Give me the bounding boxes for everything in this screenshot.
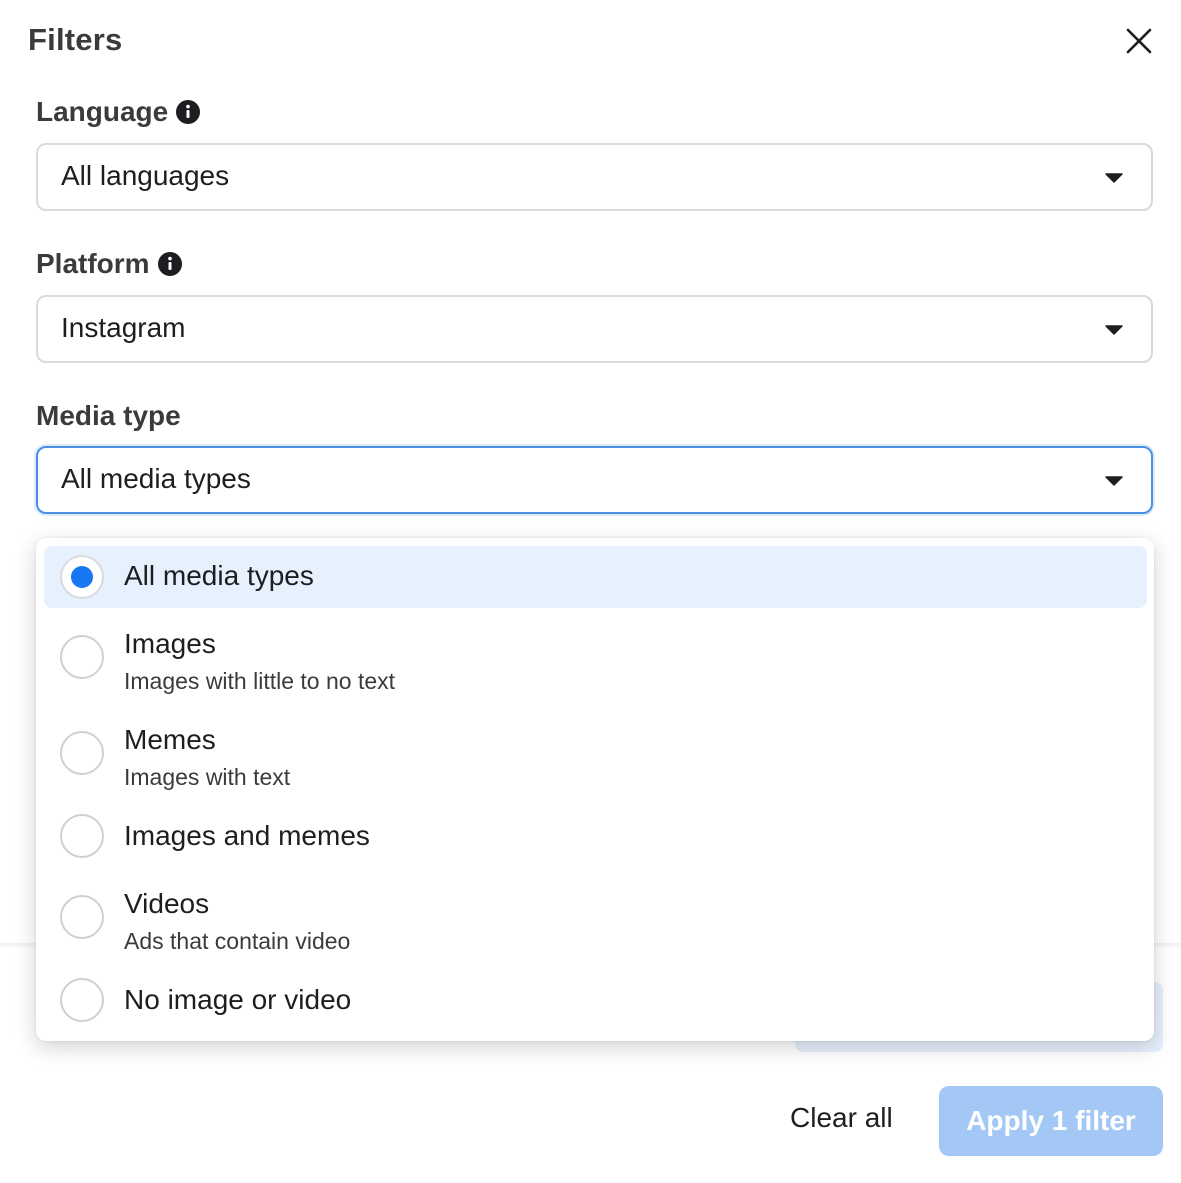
caret-down-icon [1105, 172, 1123, 184]
option-label: All media types [124, 560, 314, 591]
media-type-dropdown: All media types Images Images with littl… [36, 538, 1154, 1041]
radio-button[interactable] [60, 731, 104, 775]
radio-button[interactable] [60, 635, 104, 679]
apply-filter-button[interactable]: Apply 1 filter [939, 1086, 1163, 1156]
radio-button[interactable] [60, 895, 104, 939]
close-icon [1118, 20, 1160, 62]
info-icon[interactable] [157, 252, 182, 276]
radio-button[interactable] [60, 814, 104, 858]
option-description: Images with little to no text [124, 668, 396, 694]
caret-down-icon [1105, 475, 1123, 487]
language-label: Language [36, 96, 201, 128]
platform-label: Platform [36, 248, 182, 280]
option-label: Images and memes [124, 820, 370, 851]
radio-selected-dot [71, 566, 93, 588]
language-select-value: All languages [61, 160, 230, 191]
option-label: No image or video [124, 984, 352, 1015]
option-all-media-types[interactable]: All media types [44, 546, 1147, 608]
media-type-label-text: Media type [36, 400, 181, 431]
media-type-select[interactable]: All media types [36, 446, 1153, 514]
option-memes[interactable]: Memes Images with text [44, 714, 1147, 798]
option-videos[interactable]: Videos Ads that contain video [44, 878, 1147, 962]
media-type-label: Media type [36, 400, 181, 432]
option-description: Ads that contain video [124, 928, 351, 954]
option-description: Images with text [124, 764, 291, 790]
apply-filter-label: Apply 1 filter [966, 1105, 1136, 1136]
platform-select[interactable]: Instagram [36, 295, 1153, 363]
info-icon[interactable] [176, 100, 201, 124]
option-label: Images [124, 628, 216, 659]
language-select[interactable]: All languages [36, 143, 1153, 211]
clear-all-button[interactable]: Clear all [790, 1102, 893, 1134]
option-images-and-memes[interactable]: Images and memes [44, 806, 1147, 868]
language-label-text: Language [36, 96, 169, 127]
radio-button[interactable] [60, 978, 104, 1022]
dialog-title: Filters [28, 22, 123, 57]
filters-dialog: Filters Language All languages Platform [0, 0, 1181, 1183]
close-button[interactable] [1118, 20, 1160, 62]
radio-button[interactable] [60, 555, 104, 599]
option-label: Videos [124, 888, 210, 919]
platform-label-text: Platform [36, 248, 150, 279]
option-images[interactable]: Images Images with little to no text [44, 618, 1147, 702]
option-label: Memes [124, 724, 216, 755]
media-type-select-value: All media types [61, 463, 251, 494]
caret-down-icon [1105, 324, 1123, 336]
platform-select-value: Instagram [61, 312, 186, 343]
option-no-image-or-video[interactable]: No image or video [44, 970, 1147, 1032]
